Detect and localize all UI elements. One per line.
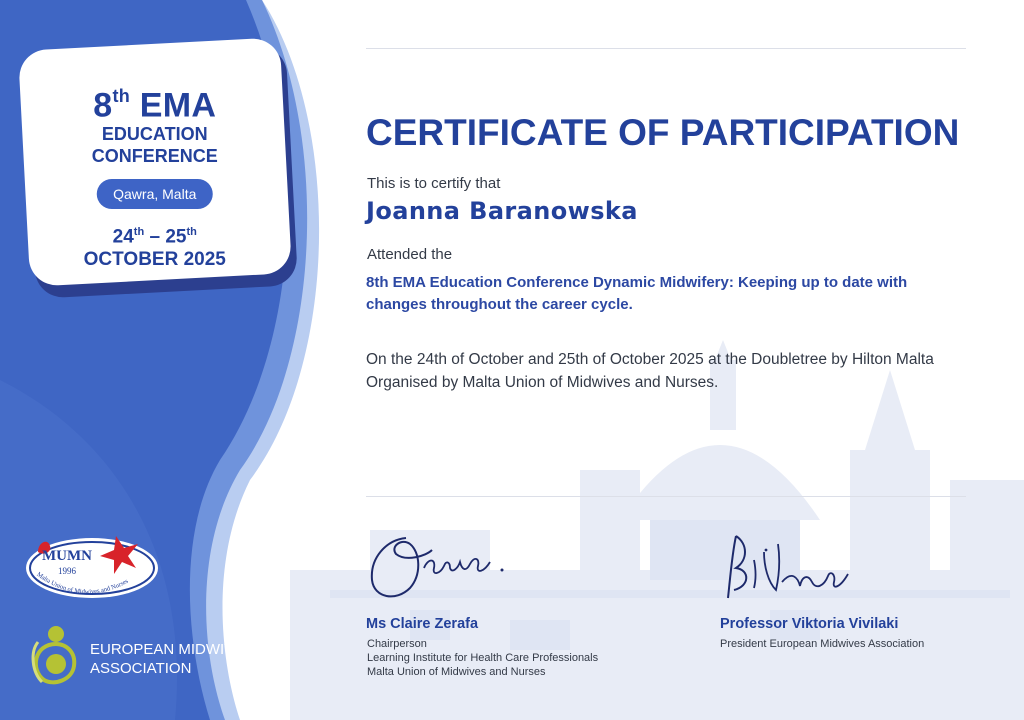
mumn-text: MUMN — [42, 548, 92, 564]
signatory-1-role: Chairperson Learning Institute for Healt… — [367, 637, 598, 679]
badge-dates: 24th – 25th — [112, 226, 197, 248]
ema-name: EUROPEAN MIDWIVES ASSOCIATION — [90, 640, 254, 678]
certificate-title: CERTIFICATE OF PARTICIPATION — [366, 112, 960, 153]
badge-title: 8th EMA — [93, 86, 217, 125]
mumn-logo: MUMN 1996 Malta Union of Midwives and Nu… — [26, 536, 158, 598]
badge-month-year: OCTOBER 2025 — [83, 248, 226, 270]
badge-line2: CONFERENCE — [91, 146, 218, 167]
top-divider — [366, 48, 966, 49]
conference-badge: 8th EMA EDUCATION CONFERENCE Qawra, Malt… — [18, 37, 292, 287]
certify-text: This is to certify that — [367, 175, 501, 192]
signature-viktoria-vivilaki — [727, 535, 849, 599]
event-name: 8th EMA Education Conference Dynamic Mid… — [366, 274, 908, 313]
certificate-page: 8th EMA EDUCATION CONFERENCE Qawra, Malt… — [0, 0, 1024, 720]
event-details: On the 24th of October and 25th of Octob… — [366, 351, 934, 391]
recipient-name: Joanna Baranowska — [366, 197, 638, 225]
mumn-year: 1996 — [58, 566, 77, 576]
signatory-2-role: President European Midwives Association — [720, 637, 924, 651]
signatory-1-role-line1: Chairperson — [367, 638, 427, 650]
location-pill: Qawra, Malta — [97, 179, 213, 210]
attended-text: Attended the — [367, 246, 453, 263]
signature-divider — [366, 496, 966, 497]
signatory-2-name: Professor Viktoria Vivilaki — [720, 616, 899, 632]
ema-name-line2: ASSOCIATION — [90, 660, 192, 677]
badge-line1: EDUCATION — [101, 124, 208, 145]
signature-claire-zerafa — [370, 537, 504, 598]
ema-logo — [31, 626, 77, 685]
signatory-2-role-line1: President European Midwives Association — [720, 638, 925, 650]
signatory-1-name: Ms Claire Zerafa — [366, 616, 479, 632]
ema-name-line1: EUROPEAN MIDWIVES — [90, 641, 255, 658]
signatory-1-role-line2: Learning Institute for Health Care Profe… — [367, 652, 599, 664]
signatory-1-role-line3: Malta Union of Midwives and Nurses — [367, 666, 546, 678]
